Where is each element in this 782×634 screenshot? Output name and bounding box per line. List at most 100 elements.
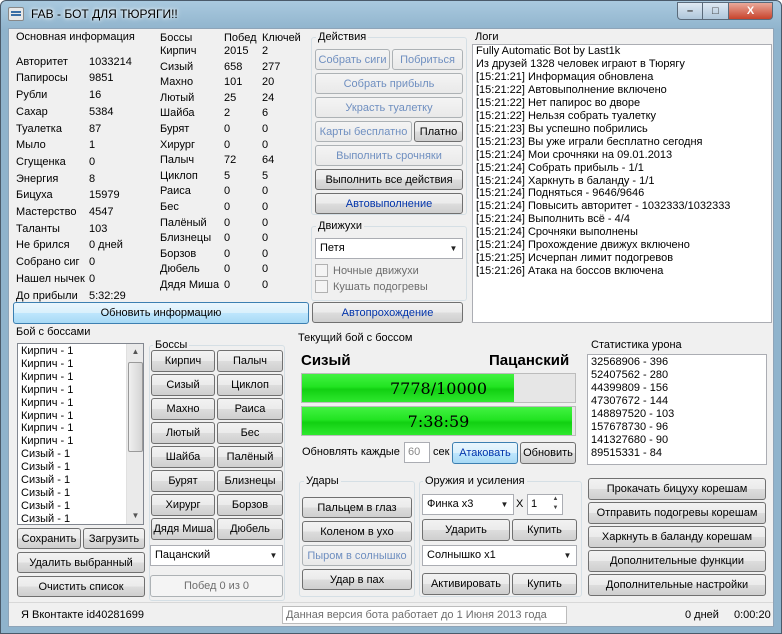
bosses-table-cell: 6 bbox=[262, 107, 269, 120]
refresh-info-button[interactable]: Обновить информацию bbox=[13, 302, 309, 324]
queue-item[interactable]: Кирпич - 1 bbox=[18, 384, 143, 397]
wins-button[interactable]: Побед 0 из 0 bbox=[150, 575, 283, 597]
damage-list[interactable]: 32568906 - 396 52407562 - 280 44399809 - 1… bbox=[587, 354, 767, 465]
boss-button[interactable]: Лютый bbox=[151, 422, 215, 444]
queue-item[interactable]: Кирпич - 1 bbox=[18, 397, 143, 410]
auto-pass-button[interactable]: Автопрохождение bbox=[312, 302, 463, 323]
eat-checkbox[interactable]: Кушать подогревы bbox=[315, 280, 428, 293]
hit-sun-button[interactable]: Пыром в солнышко bbox=[302, 545, 412, 566]
spinner-icon[interactable]: ▲ ▼ bbox=[549, 495, 562, 514]
send-food-button[interactable]: Отправить подогревы корешам bbox=[588, 502, 766, 524]
damage-row: 32568906 - 396 bbox=[591, 356, 669, 368]
load-button[interactable]: Загрузить bbox=[83, 528, 145, 549]
queue-item[interactable]: Кирпич - 1 bbox=[18, 410, 143, 423]
queue-item[interactable]: Кирпич - 1 bbox=[18, 371, 143, 384]
scroll-up-icon[interactable]: ▲ bbox=[128, 344, 143, 360]
minimize-button[interactable]: – bbox=[677, 2, 703, 20]
log-line: Из друзей 1328 человек играют в Тюрягу bbox=[476, 57, 685, 70]
queue-item[interactable]: Сизый - 1 bbox=[18, 448, 143, 461]
boss-button[interactable]: Кирпич bbox=[151, 350, 215, 372]
save-button[interactable]: Сохранить bbox=[17, 528, 81, 549]
queue-item[interactable]: Кирпич - 1 bbox=[18, 358, 143, 371]
chevron-down-icon: ▼ bbox=[269, 550, 278, 560]
night-checkbox[interactable]: Ночные движухи bbox=[315, 264, 419, 277]
boss-button[interactable]: Дядя Миша bbox=[151, 518, 215, 540]
logs-list[interactable]: Fully Automatic Bot by Last1k Из друзей 1… bbox=[472, 44, 772, 323]
boss-queue-list[interactable]: Кирпич - 1 Кирпич - 1 Кирпич - 1 Кирпич - 1… bbox=[17, 343, 144, 525]
boss-button[interactable]: Махно bbox=[151, 398, 215, 420]
hit-eye-button[interactable]: Пальцем в глаз bbox=[302, 497, 412, 518]
queue-item[interactable]: Сизый - 1 bbox=[18, 461, 143, 474]
boss-button[interactable]: Дюбель bbox=[217, 518, 283, 540]
info-label: Туалетка bbox=[16, 122, 62, 135]
uptime-label: 0:00:20 bbox=[734, 609, 771, 621]
boss-button[interactable]: Близнецы bbox=[217, 470, 283, 492]
dvizhuhi-select[interactable]: Петя ▼ bbox=[315, 238, 463, 259]
queue-item[interactable]: Сизый - 1 bbox=[18, 500, 143, 513]
info-label: Сахар bbox=[16, 105, 48, 118]
spit-button[interactable]: Харкнуть в баланду корешам bbox=[588, 526, 766, 548]
boss-button[interactable]: Раиса bbox=[217, 398, 283, 420]
boss-select[interactable]: Пацанский ▼ bbox=[150, 545, 283, 566]
scroll-down-icon[interactable]: ▼ bbox=[128, 508, 143, 524]
weapons-title: Оружия и усиления bbox=[423, 475, 527, 487]
boost-buy-button[interactable]: Купить bbox=[512, 573, 577, 595]
boss-button[interactable]: Бес bbox=[217, 422, 283, 444]
bosses-table-cell: Хирург bbox=[160, 138, 195, 151]
autorun-button[interactable]: Автовыполнение bbox=[315, 193, 463, 214]
cards-paid-button[interactable]: Платно bbox=[414, 121, 463, 142]
clear-list-button[interactable]: Очистить список bbox=[17, 576, 145, 597]
queue-item[interactable]: Сизый - 1 bbox=[18, 487, 143, 500]
title-bar[interactable]: FAB - БОТ ДЛЯ ТЮРЯГИ!! – □ X bbox=[1, 1, 781, 27]
maximize-button[interactable]: □ bbox=[703, 2, 729, 20]
log-line: [15:21:23] Вы уже играли бесплатно сегод… bbox=[476, 135, 703, 148]
collect-cigs-button[interactable]: Собрать сиги bbox=[315, 49, 390, 70]
hit-groin-button[interactable]: Удар в пах bbox=[302, 569, 412, 590]
weapon-select[interactable]: Финка x3 ▼ bbox=[422, 494, 514, 515]
damage-row: 157678730 - 96 bbox=[591, 421, 669, 433]
update-button[interactable]: Обновить bbox=[520, 442, 576, 464]
queue-item[interactable]: Сизый - 1 bbox=[18, 513, 143, 524]
bosses-table-cell: 0 bbox=[224, 216, 231, 229]
do-all-button[interactable]: Выполнить все действия bbox=[315, 169, 463, 190]
boss-button[interactable]: Палыч bbox=[217, 350, 283, 372]
extra-settings-button[interactable]: Дополнительные настройки bbox=[588, 574, 766, 596]
attack-button[interactable]: Атаковать bbox=[452, 442, 518, 464]
queue-item[interactable]: Кирпич - 1 bbox=[18, 345, 143, 358]
boss-button[interactable]: Бурят bbox=[151, 470, 215, 492]
boost-select[interactable]: Солнышко x1 ▼ bbox=[422, 545, 577, 566]
log-line: [15:21:24] Выполнить всё - 4/4 bbox=[476, 213, 630, 226]
info-label: Нашел нычек bbox=[16, 272, 85, 285]
queue-item[interactable]: Кирпич - 1 bbox=[18, 435, 143, 448]
weapon-hit-button[interactable]: Ударить bbox=[422, 519, 510, 541]
boss-button[interactable]: Хирург bbox=[151, 494, 215, 516]
boss-button[interactable]: Циклоп bbox=[217, 374, 283, 396]
queue-item[interactable]: Сизый - 1 bbox=[18, 474, 143, 487]
bosses-table-cell: Палыч bbox=[160, 154, 195, 167]
boss-button[interactable]: Шайба bbox=[151, 446, 215, 468]
collect-profit-button[interactable]: Собрать прибыль bbox=[315, 73, 463, 94]
log-line: [15:21:23] Вы успешно побрились bbox=[476, 122, 648, 135]
refresh-interval-input[interactable]: 60 bbox=[404, 442, 430, 463]
hit-ear-button[interactable]: Коленом в ухо bbox=[302, 521, 412, 542]
vk-link[interactable]: Я Вконтакте id40281699 bbox=[21, 609, 144, 622]
boss-button[interactable]: Сизый bbox=[151, 374, 215, 396]
extra-functions-button[interactable]: Дополнительные функции bbox=[588, 550, 766, 572]
shave-button[interactable]: Побриться bbox=[392, 49, 463, 70]
boss-button[interactable]: Борзов bbox=[217, 494, 283, 516]
pump-biceps-button[interactable]: Прокачать бицуху корешам bbox=[588, 478, 766, 500]
queue-scrollbar[interactable]: ▲ ▼ bbox=[126, 344, 143, 524]
scroll-thumb[interactable] bbox=[128, 362, 143, 452]
do-urgent-button[interactable]: Выполнить срочняки bbox=[315, 145, 463, 166]
close-button[interactable]: X bbox=[729, 2, 773, 20]
bosses-table-cell: 72 bbox=[224, 154, 237, 167]
boss-button[interactable]: Палёный bbox=[217, 446, 283, 468]
steal-tp-button[interactable]: Украсть туалетку bbox=[315, 97, 463, 118]
activate-button[interactable]: Активировать bbox=[422, 573, 510, 595]
info-value: 1 bbox=[89, 139, 96, 152]
weapon-qty-input[interactable]: 1 ▲ ▼ bbox=[527, 494, 563, 515]
cards-free-button[interactable]: Карты бесплатно bbox=[315, 121, 412, 142]
queue-item[interactable]: Кирпич - 1 bbox=[18, 422, 143, 435]
weapon-buy-button[interactable]: Купить bbox=[512, 519, 577, 541]
delete-selected-button[interactable]: Удалить выбранный bbox=[17, 552, 145, 573]
